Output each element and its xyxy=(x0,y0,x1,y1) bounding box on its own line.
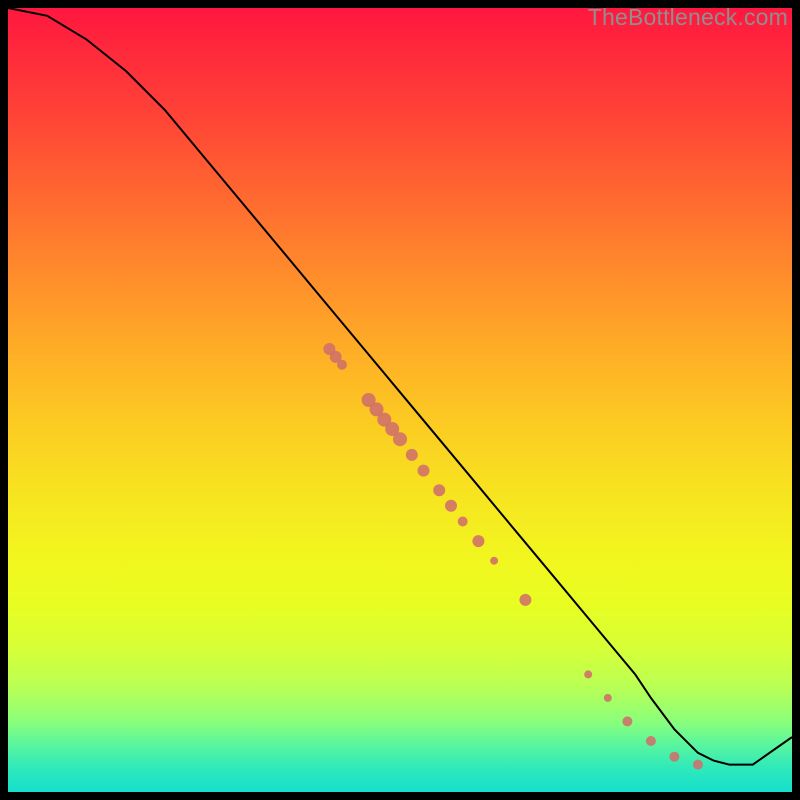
data-marker xyxy=(584,670,592,678)
plot-area xyxy=(8,8,792,792)
data-marker xyxy=(445,500,457,512)
curve-line xyxy=(8,8,792,765)
data-marker xyxy=(622,716,632,726)
chart-stage: TheBottleneck.com xyxy=(0,0,800,800)
watermark-text: TheBottleneck.com xyxy=(588,4,788,31)
data-marker xyxy=(458,517,468,527)
markers-group xyxy=(323,343,703,770)
data-marker xyxy=(519,594,531,606)
data-marker xyxy=(406,449,418,461)
data-marker xyxy=(393,432,407,446)
data-marker xyxy=(604,694,612,702)
data-marker xyxy=(693,760,703,770)
data-marker xyxy=(646,736,656,746)
chart-svg xyxy=(8,8,792,792)
data-marker xyxy=(418,465,430,477)
data-marker xyxy=(490,557,498,565)
data-marker xyxy=(337,360,347,370)
data-marker xyxy=(669,752,679,762)
data-marker xyxy=(472,535,484,547)
data-marker xyxy=(433,484,445,496)
